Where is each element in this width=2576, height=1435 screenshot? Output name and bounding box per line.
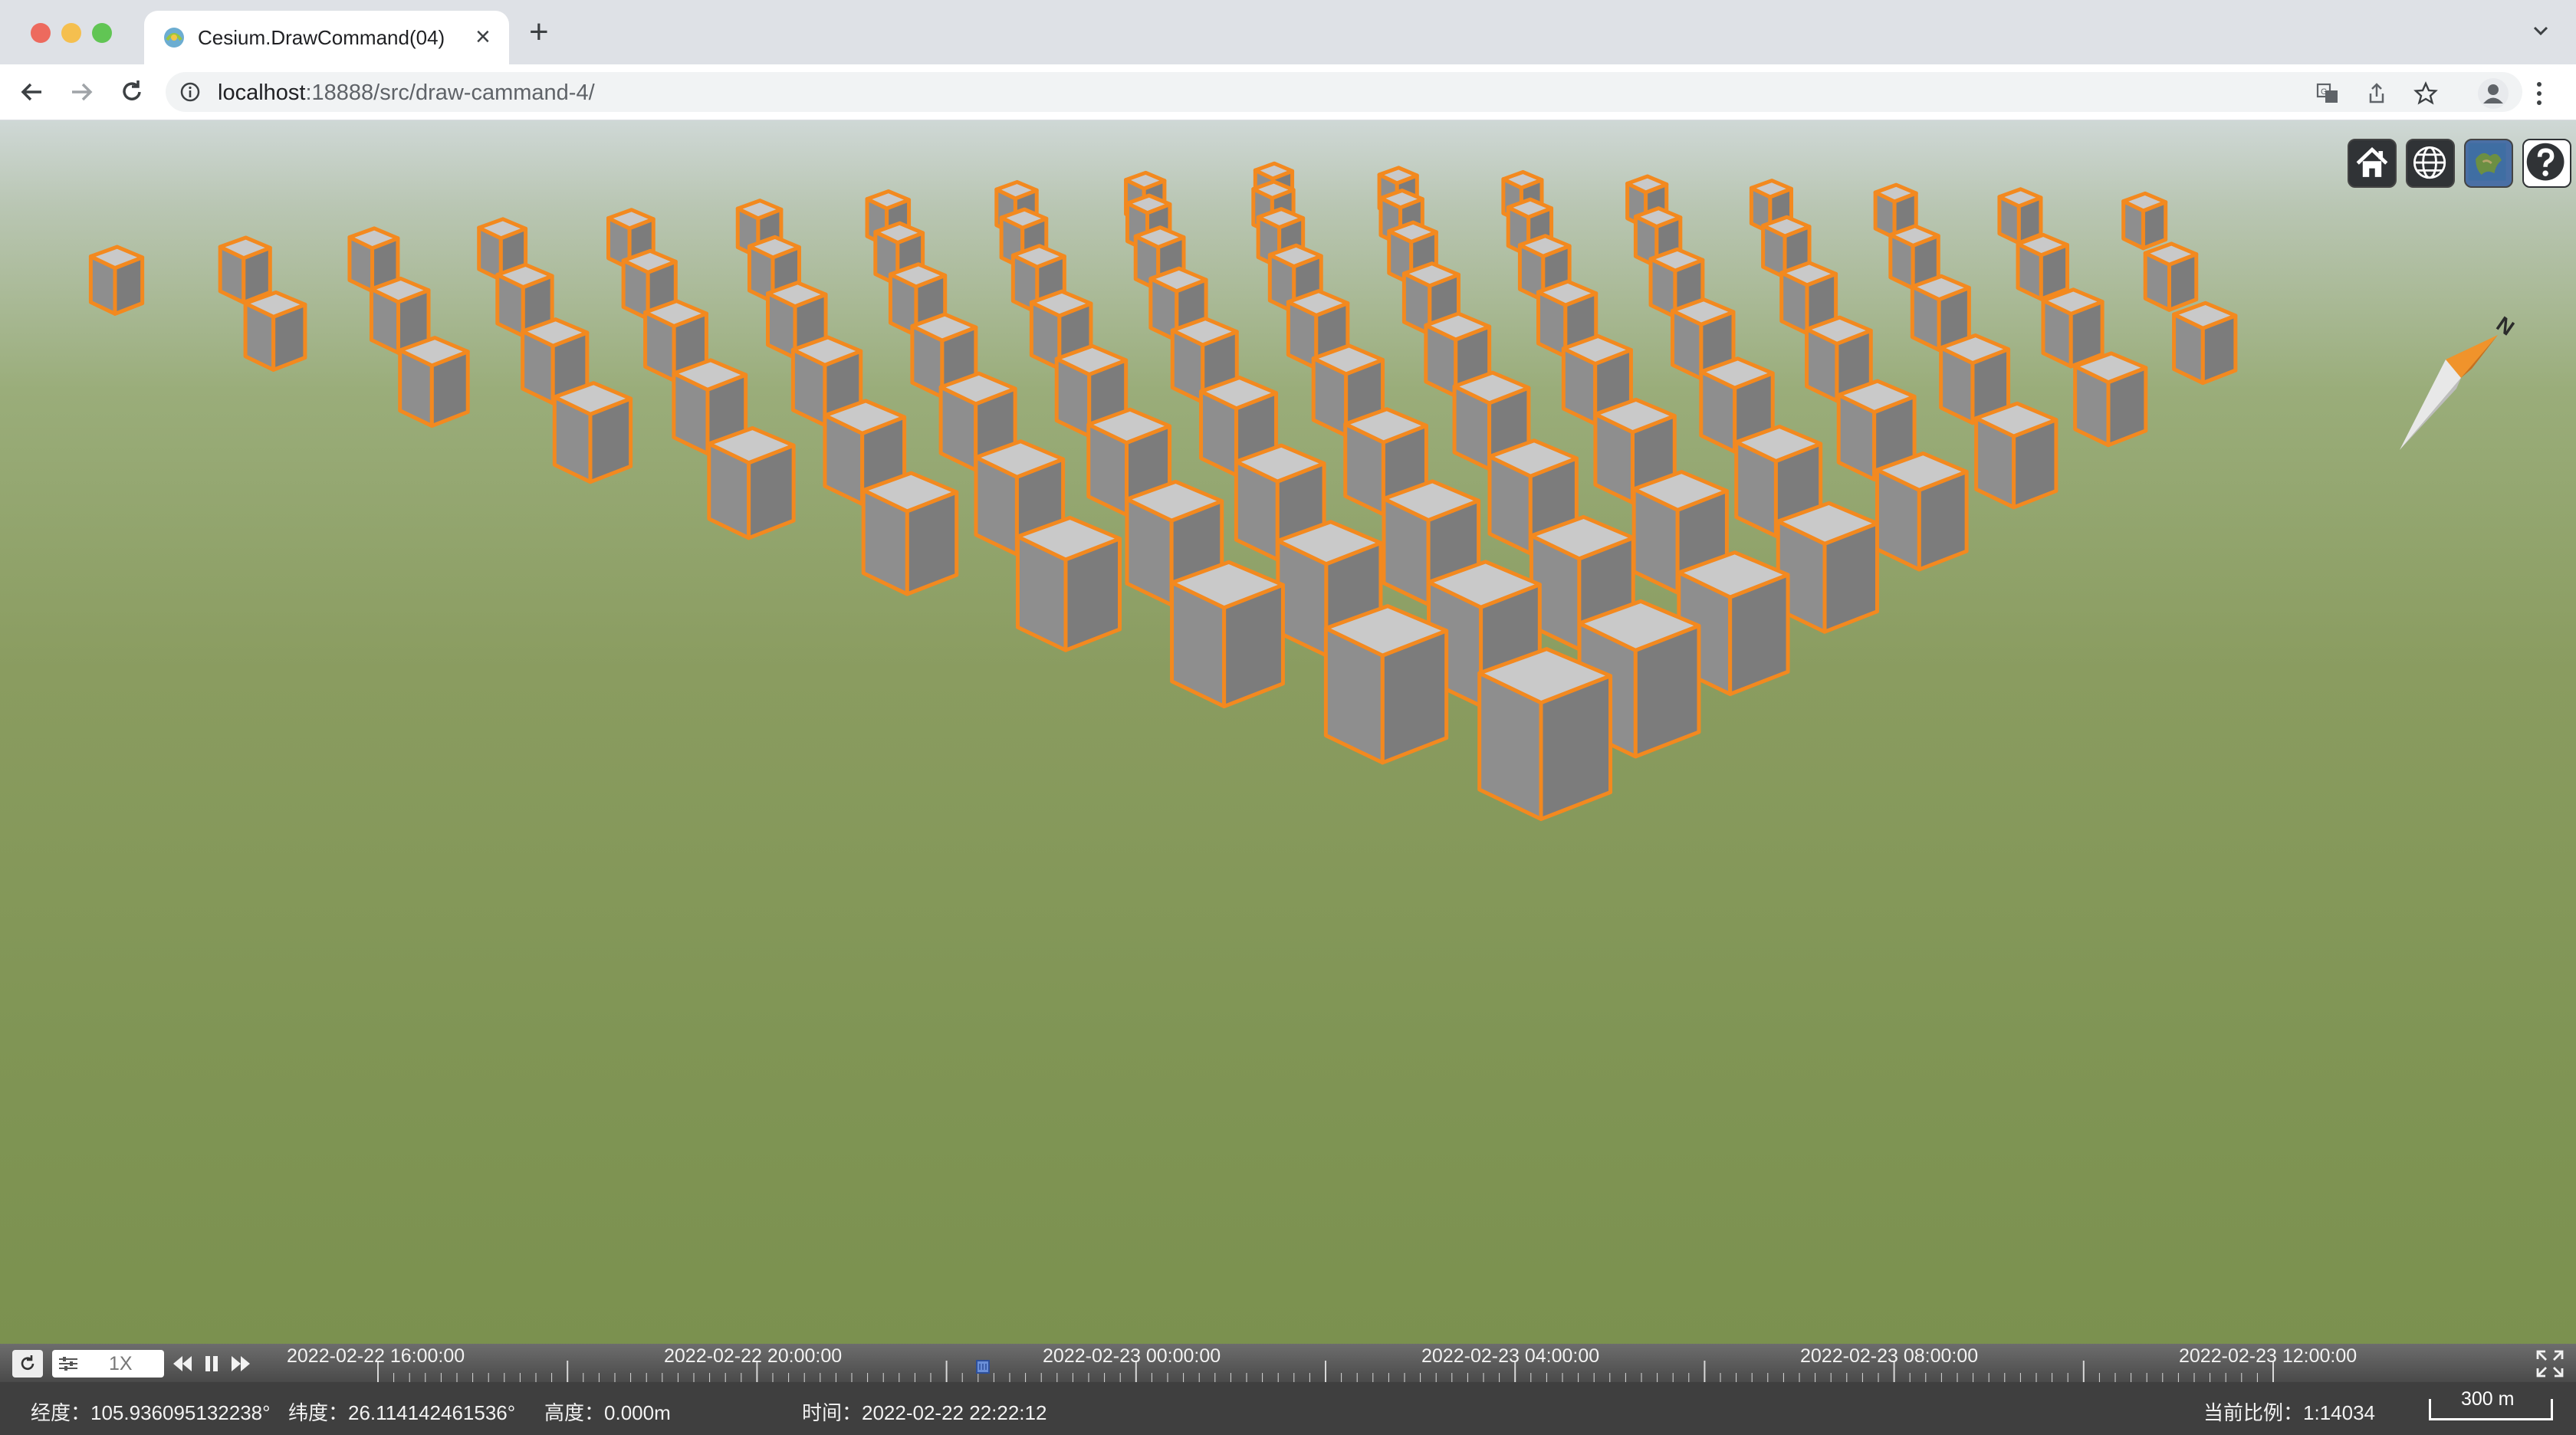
box-primitive xyxy=(1477,647,1613,822)
sliders-icon xyxy=(59,1357,77,1371)
home-button[interactable] xyxy=(2348,139,2397,188)
rewind-icon[interactable] xyxy=(170,1351,195,1376)
chevron-down-icon[interactable] xyxy=(2530,20,2551,41)
timeline-label: 2022-02-23 08:00:00 xyxy=(1800,1345,1979,1367)
address-bar[interactable]: localhost:18888/src/draw-cammand-4/ G xyxy=(166,72,2522,112)
box-primitive xyxy=(2073,351,2148,448)
profile-avatar-icon[interactable] xyxy=(2478,78,2509,109)
box-primitive xyxy=(88,245,145,316)
timeline[interactable]: 1X 2022-02-22 16:00:00 2022-02-22 20:00:… xyxy=(0,1344,2576,1382)
speed-control[interactable]: 1X xyxy=(52,1350,164,1378)
time-readout: 时间：2022-02-22 22:22:12 xyxy=(802,1401,1047,1424)
box-primitive xyxy=(2121,191,2168,251)
bookmark-star-icon[interactable] xyxy=(2413,81,2438,106)
scene-mode-button[interactable] xyxy=(2406,139,2455,188)
globe-icon xyxy=(2413,146,2446,179)
box-primitive xyxy=(243,290,307,372)
new-tab-icon[interactable]: + xyxy=(529,15,549,49)
box-primitive xyxy=(398,336,470,429)
altitude-readout: 高度：0.000m xyxy=(544,1401,671,1424)
back-arrow-icon[interactable] xyxy=(15,75,49,109)
3d-scene[interactable] xyxy=(0,120,2576,1344)
cesium-viewer[interactable]: N xyxy=(0,120,2576,1344)
box-primitive xyxy=(2016,232,2070,301)
pause-icon[interactable] xyxy=(199,1351,224,1376)
svg-text:G: G xyxy=(2321,87,2328,97)
status-bar: 经度：105.936095132238° 纬度：26.114142461536°… xyxy=(0,1382,2576,1435)
box-primitive xyxy=(1875,451,1969,572)
maximize-window-button[interactable] xyxy=(92,23,112,43)
timeline-needle-icon[interactable] xyxy=(975,1359,991,1374)
longitude-readout: 经度：105.936095132238° xyxy=(31,1401,271,1424)
reset-time-button[interactable] xyxy=(12,1350,43,1378)
forward-arrow-icon[interactable] xyxy=(64,75,98,109)
compass-label: N xyxy=(2492,312,2515,340)
home-icon xyxy=(2356,146,2388,177)
reload-icon[interactable] xyxy=(115,75,149,109)
close-window-button[interactable] xyxy=(31,23,51,43)
timeline-label: 2022-02-23 04:00:00 xyxy=(1421,1345,1600,1367)
site-info-icon[interactable] xyxy=(179,81,201,103)
box-primitive xyxy=(2172,300,2238,386)
timeline-label: 2022-02-23 12:00:00 xyxy=(2179,1345,2358,1367)
browser-tab[interactable]: Cesium.DrawCommand(04) × xyxy=(144,11,509,64)
browser-toolbar: localhost:18888/src/draw-cammand-4/ G xyxy=(0,64,2576,120)
box-primitive xyxy=(1974,401,2058,510)
base-layer-picker-button[interactable] xyxy=(2464,139,2513,188)
box-primitive xyxy=(1170,560,1285,709)
help-button[interactable] xyxy=(2522,139,2571,188)
box-primitive xyxy=(861,471,959,596)
timeline-label: 2022-02-22 20:00:00 xyxy=(664,1345,843,1367)
box-primitive xyxy=(1997,187,2043,245)
scale-readout: 当前比例：1:14034 xyxy=(2203,1401,2375,1424)
box-primitive xyxy=(1015,515,1122,652)
north-arrow-icon: N xyxy=(2400,312,2515,450)
box-primitive xyxy=(2041,287,2104,369)
box-primitive xyxy=(1323,604,1449,765)
layers-icon xyxy=(2468,143,2506,181)
timeline-label: 2022-02-23 00:00:00 xyxy=(1043,1345,1221,1367)
timeline-label: 2022-02-22 16:00:00 xyxy=(287,1345,465,1367)
box-primitive xyxy=(552,381,633,484)
box-primitive xyxy=(1776,501,1879,634)
fast-forward-icon[interactable] xyxy=(228,1351,253,1376)
minimize-window-button[interactable] xyxy=(61,23,81,43)
tab-close-icon[interactable]: × xyxy=(475,21,491,52)
fullscreen-icon[interactable] xyxy=(2535,1348,2565,1379)
translate-icon[interactable]: G xyxy=(2315,81,2340,106)
share-icon[interactable] xyxy=(2364,81,2389,106)
latitude-readout: 纬度：26.114142461536° xyxy=(288,1401,516,1424)
scale-bar xyxy=(2429,1399,2553,1420)
browser-menu-icon[interactable] xyxy=(2533,80,2545,107)
box-primitive xyxy=(707,425,796,540)
reset-icon xyxy=(21,1355,34,1371)
cesium-favicon-icon xyxy=(164,28,184,48)
box-primitive xyxy=(2143,241,2199,312)
speed-value: 1X xyxy=(109,1353,133,1374)
tab-title: Cesium.DrawCommand(04) xyxy=(198,26,445,49)
help-icon xyxy=(2526,143,2564,181)
browser-tab-bar: Cesium.DrawCommand(04) × + xyxy=(0,0,2576,64)
url-text: localhost:18888/src/draw-cammand-4/ xyxy=(218,80,595,105)
box-primitive xyxy=(218,235,272,305)
